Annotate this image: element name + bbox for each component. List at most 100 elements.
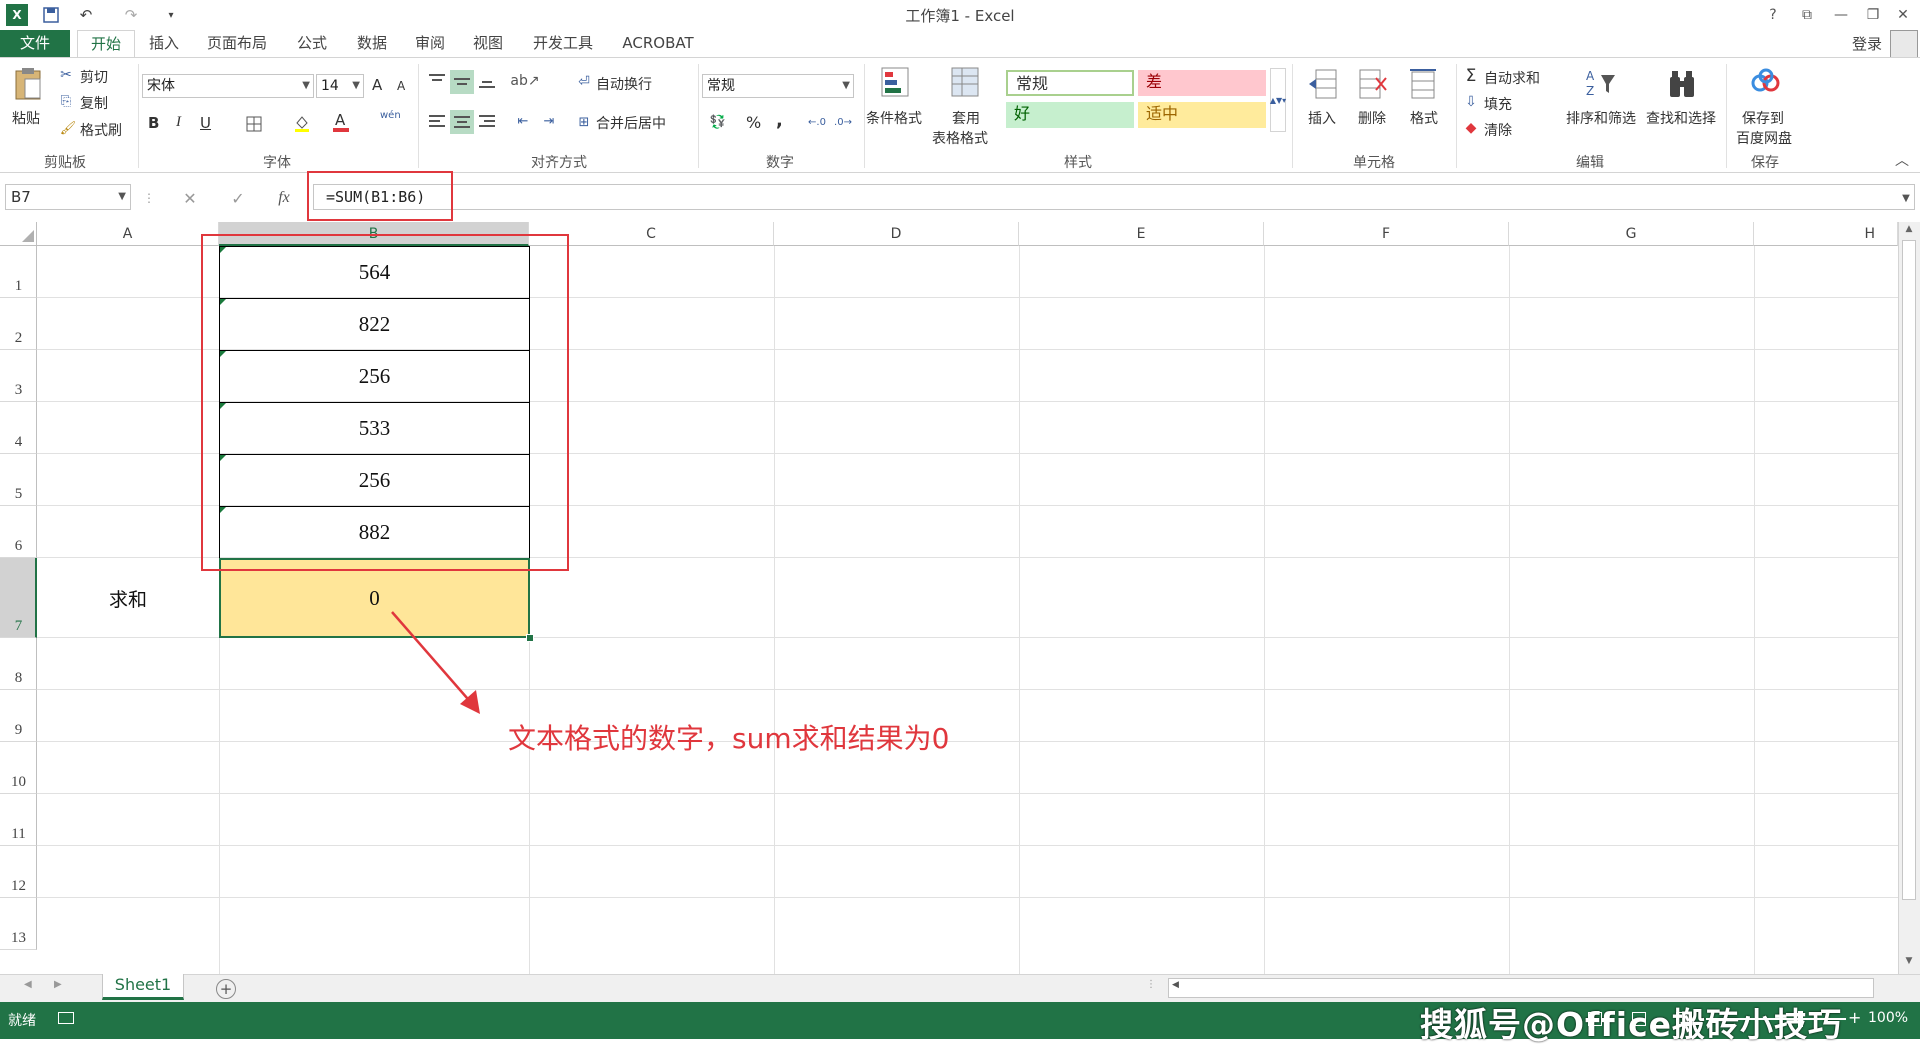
wrap-text-button[interactable]: 自动换行 <box>596 74 652 94</box>
normal-view-icon[interactable] <box>1588 1012 1602 1026</box>
row-header-6[interactable]: 6 <box>0 506 37 558</box>
formula-input[interactable] <box>313 184 1915 210</box>
tab-page-layout[interactable]: 页面布局 <box>200 30 274 57</box>
paste-icon[interactable] <box>10 66 46 102</box>
insert-cells-icon[interactable] <box>1306 66 1340 102</box>
minimize-button[interactable]: — <box>1824 2 1858 28</box>
page-layout-view-icon[interactable] <box>1632 1012 1646 1026</box>
find-select-button[interactable]: 查找和选择 <box>1646 108 1716 128</box>
help-button[interactable]: ? <box>1756 2 1790 28</box>
select-all-button[interactable] <box>0 222 37 246</box>
new-sheet-icon[interactable]: + <box>216 979 236 999</box>
enter-icon[interactable]: ✓ <box>226 186 250 210</box>
autosum-button[interactable]: 自动求和 <box>1484 68 1540 88</box>
signin-link[interactable]: 登录 <box>1852 33 1882 54</box>
expand-formula-bar-icon[interactable]: ▼ <box>1898 190 1914 206</box>
row-header-1[interactable]: 1 <box>0 246 37 298</box>
style-good[interactable]: 好 <box>1006 102 1134 128</box>
baidu-cloud-icon[interactable] <box>1748 64 1784 100</box>
row-header-4[interactable]: 4 <box>0 402 37 454</box>
tab-file[interactable]: 文件 <box>0 30 70 57</box>
row-header-12[interactable]: 12 <box>0 846 37 898</box>
format-painter-button[interactable]: 格式刷 <box>80 120 122 140</box>
wrap-text-icon[interactable]: ⏎ <box>574 72 594 92</box>
scroll-left-icon[interactable]: ◀ <box>1172 980 1179 990</box>
fill-color-icon[interactable] <box>292 112 312 134</box>
underline-button[interactable]: U <box>200 114 211 132</box>
next-sheet-icon[interactable]: ▶ <box>54 979 62 990</box>
zoom-slider-thumb[interactable] <box>1798 1011 1803 1027</box>
split-handle-icon[interactable]: ⋮ <box>1146 979 1156 990</box>
row-header-2[interactable]: 2 <box>0 298 37 350</box>
tab-review[interactable]: 审阅 <box>408 30 452 57</box>
percent-button[interactable]: % <box>746 113 761 132</box>
zoom-level[interactable]: 100% <box>1868 1010 1908 1026</box>
increase-indent-icon[interactable]: ⇥ <box>538 110 560 132</box>
italic-button[interactable]: I <box>176 114 181 131</box>
cut-button[interactable]: 剪切 <box>80 67 108 87</box>
align-middle-icon[interactable] <box>450 70 474 94</box>
row-header-7[interactable]: 7 <box>0 558 37 638</box>
row-header-10[interactable]: 10 <box>0 742 37 794</box>
clear-button[interactable]: 清除 <box>1484 120 1512 140</box>
autosum-icon[interactable]: Σ <box>1462 66 1480 86</box>
bold-button[interactable]: B <box>148 114 159 132</box>
align-bottom-icon[interactable] <box>476 70 498 92</box>
row-header-9[interactable]: 9 <box>0 690 37 742</box>
delete-cells-icon[interactable] <box>1356 66 1390 102</box>
merge-center-button[interactable]: 合并后居中 <box>596 113 666 133</box>
column-header-f[interactable]: F <box>1264 222 1509 246</box>
copy-button[interactable]: 复制 <box>80 93 108 113</box>
decrease-decimal-icon[interactable]: .0→ <box>832 112 854 132</box>
align-center-icon[interactable] <box>450 110 474 134</box>
format-painter-icon[interactable]: 🖌 <box>60 120 77 136</box>
format-cells-button[interactable]: 格式 <box>1410 108 1438 128</box>
save-to-cloud-button-a[interactable]: 保存到 <box>1742 108 1784 128</box>
tab-acrobat[interactable]: ACROBAT <box>616 30 700 57</box>
increase-decimal-icon[interactable]: ←.0 <box>806 112 828 132</box>
tab-developer[interactable]: 开发工具 <box>526 30 600 57</box>
format-as-table-button-a[interactable]: 套用 <box>952 108 980 128</box>
borders-icon[interactable] <box>244 114 264 134</box>
zoom-slider[interactable] <box>1706 1018 1846 1020</box>
prev-sheet-icon[interactable]: ◀ <box>24 979 32 990</box>
cut-icon[interactable]: ✂ <box>58 67 74 83</box>
column-header-e[interactable]: E <box>1019 222 1264 246</box>
tab-home[interactable]: 开始 <box>77 30 135 58</box>
row-header-11[interactable]: 11 <box>0 794 37 846</box>
font-name-select[interactable]: 宋体 ▼ <box>142 74 314 98</box>
zoom-in-icon[interactable]: + <box>1848 1008 1861 1027</box>
tab-insert[interactable]: 插入 <box>142 30 186 57</box>
insert-cells-button[interactable]: 插入 <box>1308 108 1336 128</box>
row-header-3[interactable]: 3 <box>0 350 37 402</box>
maximize-button[interactable]: ❐ <box>1856 2 1890 28</box>
row-header-8[interactable]: 8 <box>0 638 37 690</box>
font-size-select[interactable]: 14 ▼ <box>316 74 364 98</box>
style-neutral[interactable]: 适中 <box>1138 102 1266 128</box>
macro-record-icon[interactable] <box>58 1012 74 1024</box>
column-header-g[interactable]: G <box>1509 222 1754 246</box>
avatar[interactable] <box>1890 30 1918 58</box>
clear-icon[interactable]: ◆ <box>1462 118 1480 138</box>
sort-filter-button[interactable]: 排序和筛选 <box>1566 108 1636 128</box>
sheet-tab-sheet1[interactable]: Sheet1 <box>102 974 184 1000</box>
page-break-view-icon[interactable] <box>1676 1012 1690 1026</box>
horizontal-scrollbar[interactable] <box>1168 978 1874 998</box>
styles-more-icon[interactable]: ▲▼▾ <box>1270 68 1286 132</box>
find-select-icon[interactable] <box>1664 66 1700 102</box>
style-normal[interactable]: 常规 <box>1006 70 1134 96</box>
collapse-ribbon-icon[interactable]: ︿ <box>1892 150 1912 170</box>
copy-icon[interactable]: ⎘ <box>58 93 74 109</box>
column-header-a[interactable]: A <box>37 222 219 246</box>
cancel-icon[interactable]: ✕ <box>178 186 202 210</box>
fill-icon[interactable]: ⇩ <box>1462 92 1480 112</box>
format-as-table-button-b[interactable]: 表格格式 <box>932 128 988 148</box>
format-as-table-icon[interactable] <box>948 64 984 102</box>
orientation-icon[interactable]: ab↗ <box>510 70 539 92</box>
format-cells-icon[interactable] <box>1406 66 1440 102</box>
shrink-font-button[interactable]: A <box>397 79 405 93</box>
conditional-formatting-button[interactable]: 条件格式 <box>866 108 922 128</box>
row-header-13[interactable]: 13 <box>0 898 37 950</box>
align-top-icon[interactable] <box>426 70 448 92</box>
name-box[interactable]: B7 ▼ <box>5 184 131 210</box>
